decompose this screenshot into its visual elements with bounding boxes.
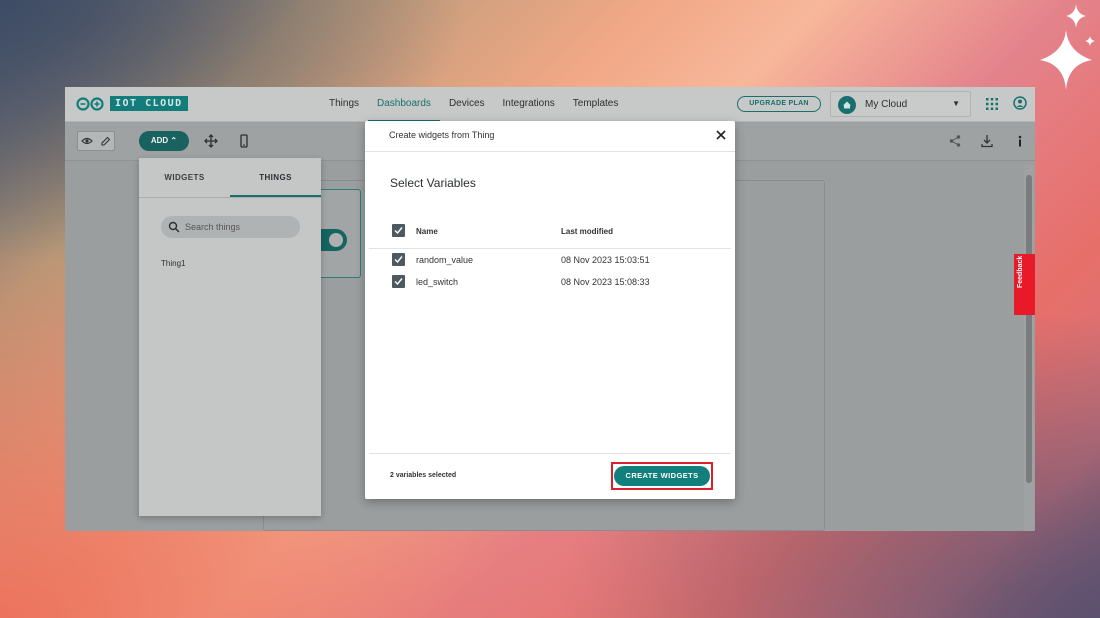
variable-name: led_switch <box>416 277 459 287</box>
nav-things[interactable]: Things <box>320 87 368 122</box>
create-widgets-button[interactable]: CREATE WIDGETS <box>614 466 710 486</box>
close-icon[interactable] <box>715 129 727 141</box>
column-name: Name <box>416 227 438 236</box>
search-things-input[interactable]: Search things <box>161 216 300 238</box>
info-icon[interactable] <box>1013 134 1027 148</box>
upgrade-plan-button[interactable]: UPGRADE PLAN <box>737 96 821 112</box>
cloud-selector[interactable]: My Cloud ▼ <box>830 91 971 117</box>
feedback-label: Feedback <box>1017 255 1024 288</box>
switch-toggle[interactable] <box>321 229 347 251</box>
move-arrows-icon[interactable] <box>204 134 218 148</box>
logo-text: IOT CLOUD <box>110 96 188 111</box>
select-all-checkbox[interactable] <box>392 224 405 237</box>
add-button[interactable]: ADD ⌃ <box>139 131 189 151</box>
scroll-thumb[interactable] <box>1026 175 1032 483</box>
switch-knob <box>329 233 343 247</box>
feedback-tab[interactable]: Feedback <box>1014 254 1035 315</box>
add-widgets-panel: WIDGETS THINGS Search things Thing1 <box>139 158 321 516</box>
main-nav: Things Dashboards Devices Integrations T… <box>320 87 627 122</box>
table-row[interactable]: led_switch 08 Nov 2023 15:08:33 <box>369 271 731 293</box>
column-last-modified: Last modified <box>561 227 614 236</box>
variable-modified: 08 Nov 2023 15:03:51 <box>561 255 650 265</box>
logo[interactable]: IOT CLOUD <box>76 96 188 111</box>
eye-icon[interactable] <box>78 132 96 150</box>
tab-things[interactable]: THINGS <box>230 158 321 197</box>
top-bar: IOT CLOUD Things Dashboards Devices Inte… <box>65 87 1035 122</box>
nav-devices[interactable]: Devices <box>440 87 494 122</box>
mobile-view-icon[interactable] <box>237 134 251 148</box>
row-checkbox[interactable] <box>392 253 405 266</box>
view-edit-toggle[interactable] <box>77 131 115 151</box>
thing-list-item[interactable]: Thing1 <box>161 259 185 268</box>
edit-icon[interactable] <box>96 132 114 150</box>
modal-title: Create widgets from Thing <box>389 130 495 140</box>
nav-templates[interactable]: Templates <box>564 87 628 122</box>
search-placeholder: Search things <box>185 222 241 232</box>
selected-count: 2 variables selected <box>390 472 457 479</box>
modal-header: Create widgets from Thing <box>365 121 735 152</box>
sparkle-icon <box>1040 4 1095 90</box>
cloud-label: My Cloud <box>865 99 908 110</box>
modal-heading: Select Variables <box>390 176 476 190</box>
search-icon <box>168 221 180 233</box>
create-widgets-modal: Create widgets from Thing Select Variabl… <box>365 121 735 499</box>
row-checkbox[interactable] <box>392 275 405 288</box>
home-icon <box>838 96 856 114</box>
variables-table-header: Name Last modified <box>369 218 731 249</box>
panel-tabs: WIDGETS THINGS <box>139 158 321 198</box>
vertical-scrollbar[interactable] <box>1024 165 1034 531</box>
nav-dashboards[interactable]: Dashboards <box>368 87 440 122</box>
tab-widgets[interactable]: WIDGETS <box>139 158 230 197</box>
nav-integrations[interactable]: Integrations <box>494 87 564 122</box>
user-account-icon[interactable] <box>1013 96 1027 110</box>
apps-grid-icon[interactable] <box>985 97 999 111</box>
arduino-logo-icon <box>76 96 104 111</box>
table-row[interactable]: random_value 08 Nov 2023 15:03:51 <box>369 249 731 271</box>
variable-modified: 08 Nov 2023 15:08:33 <box>561 277 650 287</box>
modal-footer-divider <box>369 453 731 454</box>
download-icon[interactable] <box>980 134 994 148</box>
variable-name: random_value <box>416 255 474 265</box>
caret-down-icon: ▼ <box>952 99 960 108</box>
share-icon[interactable] <box>948 134 962 148</box>
